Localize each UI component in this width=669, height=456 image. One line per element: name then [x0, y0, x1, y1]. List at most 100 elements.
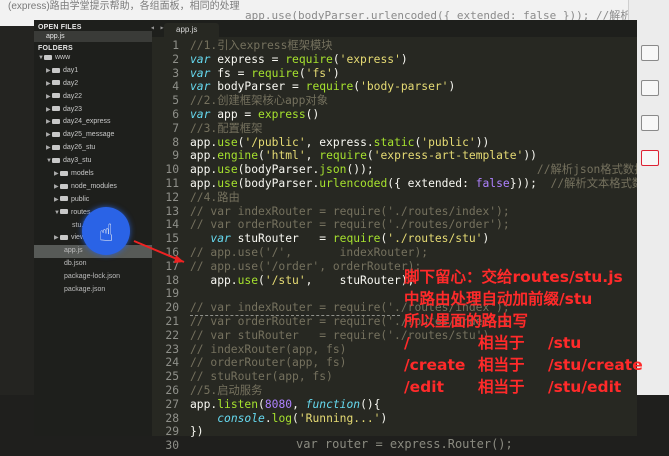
code-line[interactable]: var express = require('express')	[190, 53, 637, 67]
code-line[interactable]: var bodyParser = require('body-parser')	[190, 80, 637, 94]
tab-app-js[interactable]: app.js	[164, 23, 220, 37]
code-token: require	[305, 80, 354, 94]
line-number-gutter: 1 2 3 4 5 6 7 8 9 10 11 12 13 14 15 16 17 18 19 20 21 22 23 24 2…	[152, 39, 182, 452]
line-number: 7	[172, 121, 179, 135]
code-line[interactable]: // var orderRouter = require('./routes/o…	[190, 218, 637, 232]
code-line[interactable]: //2.创建框架核心app对象	[190, 94, 637, 108]
folder-item[interactable]: ▶ day24_express	[34, 116, 152, 129]
code-token: require	[319, 149, 367, 163]
file-item[interactable]: package.json	[34, 284, 152, 297]
code-token: false	[475, 176, 510, 190]
code-token: // indexRouter(app, fs)	[190, 342, 347, 356]
open-file-item[interactable]: app.js	[34, 31, 152, 42]
code-line[interactable]: app.use(bodyParser.json()); //解析json格式数据	[190, 163, 637, 177]
code-line[interactable]: //4.路由	[190, 191, 637, 205]
annotation-line-2: 中路由处理自动加前缀/stu	[404, 290, 593, 308]
route-path: /create	[404, 356, 466, 374]
code-token: (){	[360, 397, 381, 411]
line-number: 27	[165, 397, 179, 411]
line-number: 20	[165, 301, 179, 315]
line-number: 21	[165, 314, 179, 328]
code-token: )	[332, 66, 340, 80]
line-number: 6	[172, 107, 179, 121]
folder-item[interactable]: ▶ day1	[34, 65, 152, 78]
file-item[interactable]: package-lock.json	[34, 271, 152, 284]
folder-item[interactable]: ▶ day2	[34, 78, 152, 91]
code-token: var	[190, 107, 218, 121]
code-token: engine	[217, 149, 259, 163]
line-number: 19	[165, 287, 179, 301]
folder-icon	[52, 80, 60, 86]
code-line[interactable]: app.engine('html', require('express-art-…	[190, 149, 637, 163]
line-number: 25	[165, 370, 179, 384]
code-line[interactable]: var fs = require('fs')	[190, 67, 637, 81]
code-token: ,	[305, 149, 320, 163]
code-token: require	[332, 232, 381, 246]
code-line[interactable]: })	[190, 425, 637, 439]
code-line[interactable]: app.listen(8080, function(){	[190, 398, 637, 412]
code-token: )	[448, 80, 456, 94]
code-token: // var orderRouter = require('./routes/o…	[190, 218, 510, 232]
folder-icon	[52, 93, 60, 99]
folder-icon	[60, 235, 68, 241]
tab-nav-arrows-icon[interactable]: ◂ ▸	[150, 23, 164, 32]
code-line[interactable]: console.log('Running...')	[190, 412, 637, 426]
code-token: (	[332, 52, 340, 66]
tab-bar: ◂ ▸ app.js	[150, 20, 637, 37]
code-line[interactable]: // var indexRouter = require('./routes/i…	[190, 205, 637, 219]
code-line[interactable]: //3.配置框架	[190, 122, 637, 136]
code-token: app.	[190, 176, 218, 190]
file-item[interactable]: db.json	[34, 258, 152, 271]
code-token: app.	[190, 273, 238, 287]
code-token: require	[251, 66, 299, 80]
code-line[interactable]: //1.引入express框架模块	[190, 39, 637, 53]
code-token: 'public'	[421, 135, 476, 149]
folder-item[interactable]: ▶ day25_message	[34, 129, 152, 142]
code-line[interactable]: var app = express()	[190, 108, 637, 122]
folder-item[interactable]: ▶ public	[34, 194, 152, 207]
code-token: // app.use('/order', orderRouter);	[190, 259, 422, 273]
line-number: 22	[165, 328, 179, 342]
route-path: /	[404, 334, 410, 352]
folder-item[interactable]: ▶ node_modules	[34, 181, 152, 194]
tree-item-label: db.json	[64, 260, 87, 268]
tree-item-label: day1	[63, 66, 79, 74]
toolbar-icon[interactable]	[641, 45, 659, 61]
folder-item[interactable]: ▶ day22	[34, 91, 152, 104]
code-token: (bodyParser.	[237, 163, 320, 177]
code-token: 'html'	[264, 149, 306, 163]
code-token: use	[217, 163, 238, 177]
code-token: var	[190, 52, 218, 66]
folder-item[interactable]: ▶ day23	[34, 104, 152, 117]
code-token: 'body-parser'	[360, 80, 449, 94]
code-line[interactable]: app.use('/public', express.static('publi…	[190, 136, 637, 150]
annotation-line-1: 脚下留心：交给routes/stu.js	[404, 268, 623, 286]
route-target: /stu/edit	[548, 378, 622, 396]
line-number: 18	[165, 273, 179, 287]
code-line[interactable]: // app.use('/', indexRouter);	[190, 246, 637, 260]
toolbar-icon[interactable]	[641, 115, 659, 131]
code-line[interactable]: var stuRouter = require('./routes/stu')	[190, 232, 637, 246]
folder-item[interactable]: ▼ day3_stu	[34, 155, 152, 168]
folder-item[interactable]: ▶ models	[34, 168, 152, 181]
code-token: //3.配置框架	[190, 121, 263, 135]
code-token: //5.启动服务	[190, 383, 263, 397]
toolbar-icon[interactable]	[641, 80, 659, 96]
toolbar-icon[interactable]	[641, 150, 659, 166]
code-token: app.	[190, 135, 218, 149]
line-number: 14	[165, 218, 179, 232]
tree-item-label: public	[71, 195, 90, 203]
code-token: use	[237, 273, 259, 287]
code-token: (bodyParser.	[237, 176, 320, 190]
code-token: './routes/stu'	[387, 232, 483, 246]
folder-item[interactable]: ▼ www	[34, 52, 152, 65]
line-number: 5	[172, 94, 179, 108]
tree-item-label: package-lock.json	[64, 273, 121, 281]
code-token: }));	[509, 176, 551, 190]
folder-item[interactable]: ▶ day26_stu	[34, 142, 152, 155]
code-token: , stuRouter);	[305, 273, 415, 287]
line-number: 28	[165, 411, 179, 425]
code-token: app =	[217, 107, 259, 121]
code-line[interactable]: app.use(bodyParser.urlencoded({ extended…	[190, 177, 637, 191]
route-target: /stu/create	[548, 356, 643, 374]
